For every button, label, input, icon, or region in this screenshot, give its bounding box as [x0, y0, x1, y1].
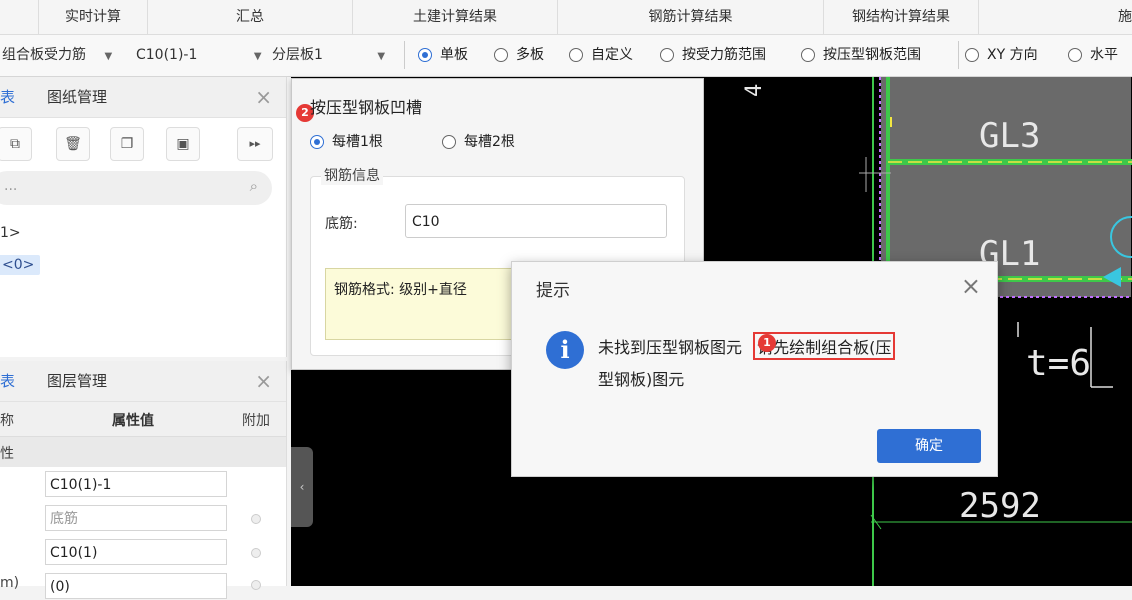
property-table-header: 称 属性值 附加 — [0, 402, 286, 437]
tab-civil-result[interactable]: 土建计算结果 — [353, 0, 558, 34]
layer-value: 分层板1 — [272, 47, 323, 63]
radio-xy-direction[interactable]: XY 方向 — [965, 42, 1038, 68]
tab-component-list[interactable]: 表 — [0, 77, 15, 117]
copy-icon[interactable]: ⧉ — [0, 127, 32, 161]
ok-button[interactable]: 确定 — [877, 429, 981, 463]
column-name-header: 称 — [0, 413, 14, 429]
property-group-row: 性 — [0, 437, 286, 467]
group-title: 钢筋信息 — [321, 165, 383, 185]
save-icon[interactable]: ▣ — [166, 127, 200, 161]
chevron-left-icon: ‹ — [299, 480, 305, 494]
message-part-a: 未找到压型钢板图元 — [598, 338, 743, 357]
search-input[interactable]: ... ⌕ — [0, 171, 272, 205]
tab-summary[interactable]: 汇总 — [148, 0, 353, 34]
step-badge: 1 — [758, 334, 776, 352]
tab-layer-management[interactable]: 图层管理 — [47, 361, 107, 401]
radio-checked-icon — [310, 135, 324, 149]
attach-checkbox[interactable] — [251, 548, 261, 558]
tab-property-list[interactable]: 表 — [0, 361, 15, 401]
component-name-value: C10(1)-1 — [136, 47, 198, 63]
toolbar: 组合板受力筋 ▼ C10(1)-1 ▼ 分层板1 ▼ 单板 多板 自定义 按受力… — [0, 35, 1132, 77]
radio-two-per-groove[interactable]: 每槽2根 — [442, 129, 515, 155]
bottom-rebar-input[interactable]: C10 — [405, 204, 667, 238]
radio-icon — [801, 48, 815, 62]
attach-checkbox[interactable] — [251, 580, 261, 590]
properties-panel: 表 图层管理 × 称 属性值 附加 性 C10(1)-1 底筋 C10(1) m… — [0, 361, 287, 599]
search-icon: ⌕ — [249, 177, 258, 195]
column-extra-header: 附加 — [242, 413, 270, 429]
tree-item-selected[interactable]: <0> — [0, 255, 41, 275]
info-icon: i — [546, 331, 584, 369]
panel-tab-header: 表 图层管理 × — [0, 361, 286, 402]
dialog-title: 提示 — [536, 281, 570, 301]
cad-label-vertical: 4 — [742, 84, 767, 97]
cad-label-gl3: GL3 — [979, 116, 1040, 156]
close-icon[interactable]: × — [255, 369, 272, 393]
delete-icon[interactable]: 🗑 — [56, 127, 90, 161]
dialog-title: 按压型钢板凹槽 — [310, 98, 423, 117]
cad-label-dimension: 2592 — [959, 486, 1041, 526]
radio-icon — [569, 48, 583, 62]
property-rebar-field[interactable]: C10(1) — [45, 539, 227, 565]
component-name-select[interactable]: C10(1)-1 ▼ — [136, 41, 262, 69]
component-type-value: 组合板受力筋 — [2, 47, 86, 63]
radio-icon — [660, 48, 674, 62]
message-line-1: 未找到压型钢板图元 请先绘制组合板(压 — [598, 332, 896, 360]
radio-by-rebar-range[interactable]: 按受力筋范围 — [660, 42, 766, 68]
cad-label-thickness: t=6 — [1026, 343, 1091, 384]
prompt-dialog: 提示 × i 未找到压型钢板图元 请先绘制组合板(压 1 型钢板)图元 确定 — [511, 261, 998, 477]
chevron-down-icon: ▼ — [377, 51, 386, 62]
format-hint-text: 钢筋格式: 级别+直径 — [334, 282, 467, 298]
tab-drawing-management[interactable]: 图纸管理 — [47, 77, 107, 117]
radio-custom[interactable]: 自定义 — [569, 42, 633, 68]
tab-blank[interactable] — [0, 0, 39, 34]
column-value-header: 属性值 — [112, 413, 154, 429]
component-type-select[interactable]: 组合板受力筋 ▼ — [2, 41, 112, 69]
property-group-label: 性 — [0, 446, 14, 462]
chevron-down-icon: ▼ — [253, 51, 262, 62]
property-name-field[interactable]: C10(1)-1 — [45, 471, 227, 497]
close-icon[interactable]: × — [255, 85, 272, 109]
component-list-panel: 表 图纸管理 × ⧉ 🗑 ❐ ▣ ▸▸ ... ⌕ 1> <0> — [0, 77, 287, 357]
collapse-handle[interactable]: ‹ — [291, 447, 313, 527]
tab-realtime-calc[interactable]: 实时计算 — [39, 0, 148, 34]
property-offset-field[interactable]: (0) — [45, 573, 227, 599]
close-icon[interactable]: × — [961, 272, 981, 300]
radio-one-per-groove[interactable]: 每槽1根 — [310, 129, 383, 155]
radio-icon — [965, 48, 979, 62]
radio-multi-board[interactable]: 多板 — [494, 42, 544, 68]
top-tab-bar: 实时计算 汇总 土建计算结果 钢筋计算结果 钢结构计算结果 施 — [0, 0, 1132, 35]
tab-steel-result[interactable]: 钢结构计算结果 — [824, 0, 979, 34]
search-placeholder: ... — [4, 178, 18, 194]
tab-rebar-result[interactable]: 钢筋计算结果 — [558, 0, 824, 34]
radio-icon — [494, 48, 508, 62]
more-icon[interactable]: ▸▸ — [237, 127, 273, 161]
property-type-field[interactable]: 底筋 — [45, 505, 227, 531]
radio-icon — [1068, 48, 1082, 62]
bottom-rebar-label: 底筋: — [325, 216, 358, 232]
attach-checkbox[interactable] — [251, 514, 261, 524]
toolbar-divider — [958, 41, 959, 69]
duplicate-icon[interactable]: ❐ — [110, 127, 144, 161]
property-row-label: m) — [0, 575, 20, 591]
toolbar-divider — [404, 41, 405, 69]
tree-item[interactable]: 1> — [0, 225, 21, 241]
radio-single-board[interactable]: 单板 — [418, 42, 468, 68]
tab-construction[interactable]: 施 — [979, 0, 1132, 34]
radio-checked-icon — [418, 48, 432, 62]
layer-select[interactable]: 分层板1 ▼ — [272, 41, 385, 69]
message-line-2: 型钢板)图元 — [598, 370, 685, 389]
radio-by-steel-deck-range[interactable]: 按压型钢板范围 — [801, 42, 921, 68]
panel-tab-header: 表 图纸管理 × — [0, 77, 286, 118]
chevron-down-icon: ▼ — [104, 51, 113, 62]
radio-horizontal[interactable]: 水平 — [1068, 42, 1118, 68]
radio-icon — [442, 135, 456, 149]
